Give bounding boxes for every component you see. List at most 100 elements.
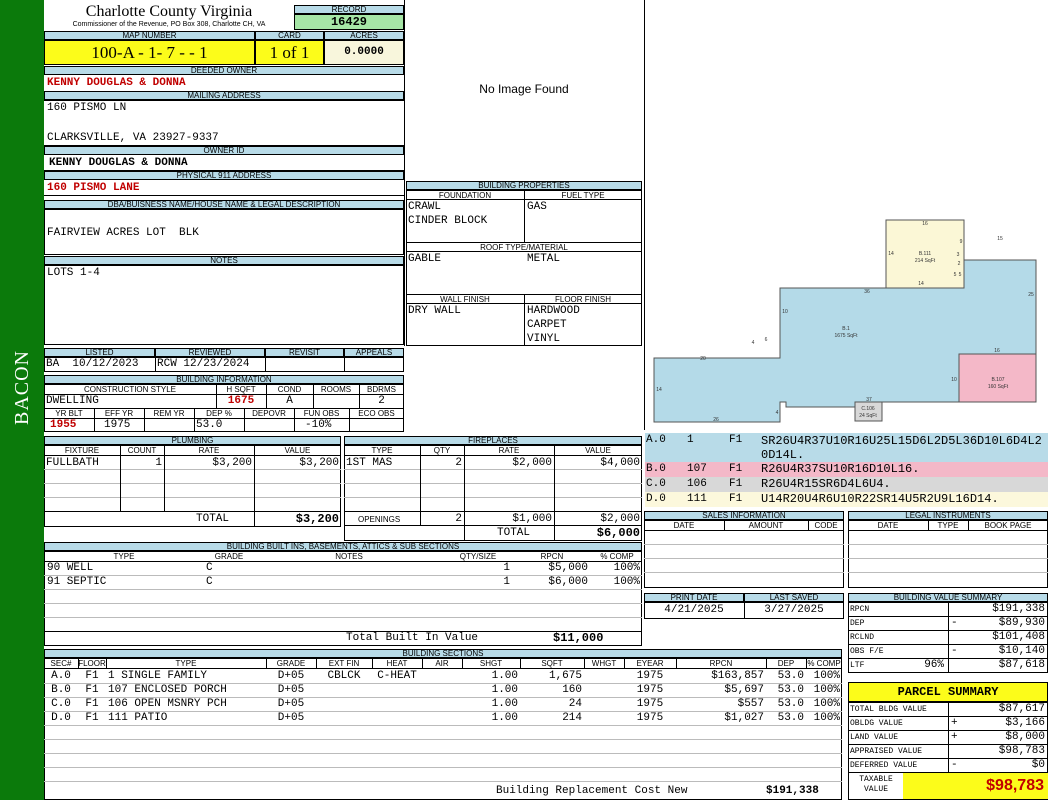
sketch-dim: 16 bbox=[922, 221, 928, 227]
parcel-summary-sign: + bbox=[951, 731, 958, 743]
sections-col-header: RPCN bbox=[709, 659, 733, 668]
section-cell: 100% bbox=[813, 684, 840, 696]
section-cell: 1,675 bbox=[548, 670, 582, 682]
sketch-dim: 4 bbox=[776, 410, 779, 416]
vector-d0-sec: D.0 bbox=[646, 493, 666, 505]
parcel-summary-divider bbox=[948, 702, 949, 717]
bi-row2-grade: C bbox=[206, 576, 213, 588]
parcel-summary-divider bbox=[948, 730, 949, 745]
value-summary-divider bbox=[948, 644, 949, 659]
taxable-value: $98,783 bbox=[903, 773, 1048, 799]
value-summary-amount: $191,338 bbox=[992, 603, 1045, 615]
bi-row1-rpcn: $5,000 bbox=[548, 562, 588, 574]
bi-total-value: $11,000 bbox=[553, 631, 604, 645]
depovr-header: DEPOVR bbox=[252, 409, 286, 418]
vector-a0-sec: A.0 bbox=[646, 434, 666, 446]
parcel-summary-amount: $87,617 bbox=[998, 703, 1045, 715]
last-saved-value: 3/27/2025 bbox=[764, 604, 824, 616]
section-cell: B.0 bbox=[51, 684, 71, 696]
fire-total-value: $6,000 bbox=[596, 526, 640, 540]
roof-material: METAL bbox=[527, 253, 561, 265]
col-divider bbox=[766, 658, 767, 668]
plumb-count-header: COUNT bbox=[127, 446, 157, 455]
parcel-summary-label: DEFERRED VALUE bbox=[850, 761, 918, 770]
section-cell: $1,027 bbox=[724, 712, 764, 724]
fire-total-label: TOTAL bbox=[497, 527, 531, 539]
bi-rpcn-header: RPCN bbox=[540, 552, 564, 561]
sections-col-header: EXT FIN bbox=[328, 659, 360, 668]
hsqft-value: 1675 bbox=[227, 395, 255, 407]
section-cell: 1 SINGLE FAMILY bbox=[108, 670, 208, 682]
parcel-summary-sign: + bbox=[951, 717, 958, 729]
sections-col-header: AIR bbox=[435, 659, 449, 668]
vector-d0-code: U14R20U4R6U10R22SR14U5R2U9L16D14. bbox=[761, 492, 999, 506]
bi-comp-header: % COMP bbox=[600, 552, 634, 561]
taxable-value-label: TAXABLE VALUE bbox=[859, 775, 893, 794]
section-cell: 1975 bbox=[636, 698, 664, 710]
sketch-dim: 25 bbox=[1028, 292, 1034, 298]
section-cell: D+05 bbox=[277, 684, 305, 696]
vector-b0-fl: F1 bbox=[729, 463, 743, 475]
section-cell: 1.00 bbox=[491, 684, 518, 696]
card-value: 1 of 1 bbox=[255, 40, 324, 65]
section-cell: 111 PATIO bbox=[108, 712, 168, 724]
cond-header: COND bbox=[277, 385, 302, 394]
owner-id-header: OWNER ID bbox=[44, 146, 404, 155]
sales-date-header: DATE bbox=[673, 521, 695, 530]
value-summary-pct: 96% bbox=[924, 659, 944, 671]
section-cell: $557 bbox=[737, 698, 764, 710]
value-summary-divider bbox=[948, 602, 949, 617]
col-divider bbox=[806, 658, 807, 668]
sketch-b107-sqft: 160 SqFt bbox=[988, 384, 1009, 390]
col-divider bbox=[676, 658, 677, 668]
section-cell: 106 OPEN MSNRY PCH bbox=[108, 698, 227, 710]
bi-notes-header: NOTES bbox=[335, 552, 363, 561]
value-summary-amount: $10,140 bbox=[998, 645, 1045, 657]
sections-col-header: DEP bbox=[777, 659, 795, 668]
row-line bbox=[44, 767, 842, 768]
fire-qty-header: QTY bbox=[433, 446, 451, 455]
section-cell: C-HEAT bbox=[377, 670, 417, 682]
sections-col-header: % COMP bbox=[807, 659, 841, 668]
value-summary-sign: - bbox=[951, 617, 958, 629]
bi-row2-qty: 1 bbox=[503, 576, 510, 588]
map-number-header: MAP NUMBER bbox=[44, 31, 255, 40]
section-cell: 1.00 bbox=[491, 712, 518, 724]
value-summary-divider bbox=[948, 630, 949, 645]
yrblt-header: YR BLT bbox=[55, 409, 83, 418]
sections-col-header: FLOOR bbox=[78, 659, 106, 668]
sections-col-header: SQFT bbox=[541, 659, 563, 668]
parcel-summary-divider bbox=[948, 716, 949, 731]
value-summary-sign: - bbox=[951, 645, 958, 657]
sketch-dim: 15 bbox=[997, 236, 1003, 242]
sketch-dim: 6 bbox=[765, 337, 768, 343]
building-info-header: BUILDING INFORMATION bbox=[44, 375, 404, 384]
foundation-2: CINDER BLOCK bbox=[408, 215, 488, 227]
fire-rate-header: RATE bbox=[498, 446, 520, 455]
parcel-summary-amount: $0 bbox=[1031, 759, 1045, 771]
section-cell: F1 bbox=[85, 684, 99, 696]
plumb-fixture-header: FIXTURE bbox=[64, 446, 100, 455]
sketch-dim: 14 bbox=[918, 281, 924, 287]
notes-header: NOTES bbox=[44, 256, 404, 265]
parcel-summary-amount: $98,783 bbox=[998, 745, 1045, 757]
sketch-b107-label: B.107 bbox=[991, 377, 1004, 383]
acres-header: ACRES bbox=[324, 31, 404, 40]
sales-code-header: CODE bbox=[814, 521, 838, 530]
floor-finish-1: HARDWOOD bbox=[527, 305, 580, 317]
col-divider bbox=[372, 658, 373, 668]
revisit-header: REVISIT bbox=[265, 348, 344, 357]
bi-row1-type: 90 WELL bbox=[47, 562, 94, 574]
section-cell: $5,697 bbox=[724, 684, 764, 696]
foundation-1: CRAWL bbox=[408, 201, 442, 213]
bi-type-header: TYPE bbox=[113, 552, 135, 561]
vector-b0-code: R26U4R37SU10R16D10L16. bbox=[761, 462, 920, 476]
bi-grade-header: GRADE bbox=[214, 552, 244, 561]
vector-c0-num: 106 bbox=[687, 478, 707, 490]
section-cell: 53.0 bbox=[777, 684, 804, 696]
record-value: 16429 bbox=[294, 14, 404, 30]
physical-address-value: 160 PISMO LANE bbox=[47, 182, 140, 194]
col-divider bbox=[78, 658, 79, 668]
floor-finish-3: VINYL bbox=[527, 333, 561, 345]
mailing-line2: CLARKSVILLE, VA 23927-9337 bbox=[47, 132, 219, 144]
